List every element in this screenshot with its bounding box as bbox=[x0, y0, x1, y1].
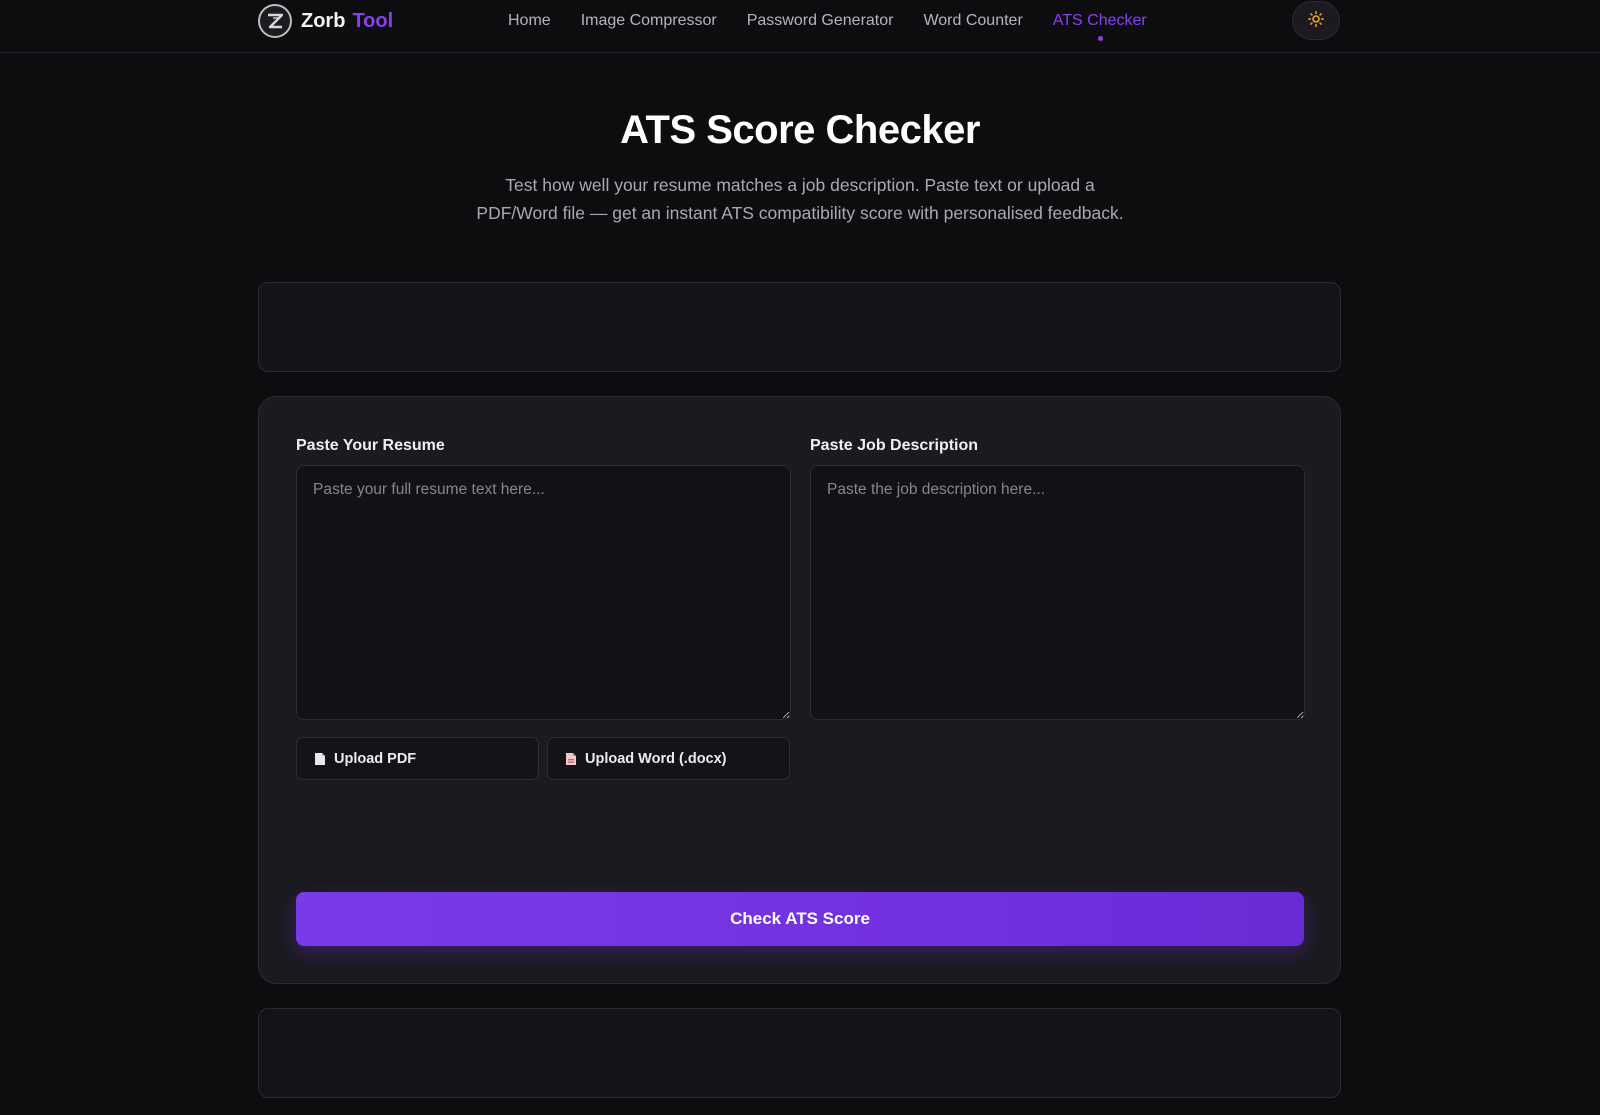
nav-link-image-compressor[interactable]: Image Compressor bbox=[581, 12, 717, 30]
page-subtitle: Test how well your resume matches a job … bbox=[476, 175, 1124, 223]
resume-label: Paste Your Resume bbox=[296, 437, 445, 454]
brand-accent: Tool bbox=[352, 9, 394, 32]
page-title: ATS Score Checker bbox=[620, 108, 980, 152]
nav-link-home[interactable]: Home bbox=[508, 12, 551, 30]
job-description-textarea[interactable] bbox=[810, 465, 1305, 720]
word-file-icon bbox=[565, 752, 577, 766]
nav-link-password-generator[interactable]: Password Generator bbox=[747, 12, 894, 30]
active-indicator-dot bbox=[1097, 36, 1103, 41]
theme-toggle-button[interactable] bbox=[1292, 1, 1340, 40]
nav-link-word-counter[interactable]: Word Counter bbox=[923, 12, 1022, 30]
brand-logo-link[interactable]: Zorb Tool bbox=[258, 3, 393, 39]
brand-name: Zorb bbox=[301, 9, 346, 32]
nav-item-ats-checker: ATS Checker bbox=[1053, 12, 1147, 41]
nav-links: Home Image Compressor Password Generator… bbox=[508, 0, 1147, 42]
ats-tool-card: Paste Your Resume Paste Job Description … bbox=[258, 396, 1341, 984]
upload-word-button[interactable]: Upload Word (.docx) bbox=[547, 737, 790, 780]
resume-textarea[interactable] bbox=[296, 465, 791, 720]
ad-placeholder-bottom bbox=[258, 1008, 1341, 1098]
logo-icon bbox=[258, 4, 292, 38]
upload-word-label: Upload Word (.docx) bbox=[585, 750, 727, 767]
job-description-label: Paste Job Description bbox=[810, 437, 979, 454]
ad-placeholder-top bbox=[258, 282, 1341, 372]
upload-pdf-label: Upload PDF bbox=[334, 750, 417, 767]
check-ats-score-button[interactable]: Check ATS Score bbox=[296, 892, 1304, 946]
top-navbar: Zorb Tool Home Image Compressor Password… bbox=[0, 0, 1600, 53]
nav-link-ats-checker[interactable]: ATS Checker bbox=[1053, 12, 1147, 29]
sun-icon bbox=[1308, 11, 1324, 30]
upload-pdf-button[interactable]: Upload PDF bbox=[296, 737, 539, 780]
pdf-file-icon bbox=[314, 752, 326, 766]
